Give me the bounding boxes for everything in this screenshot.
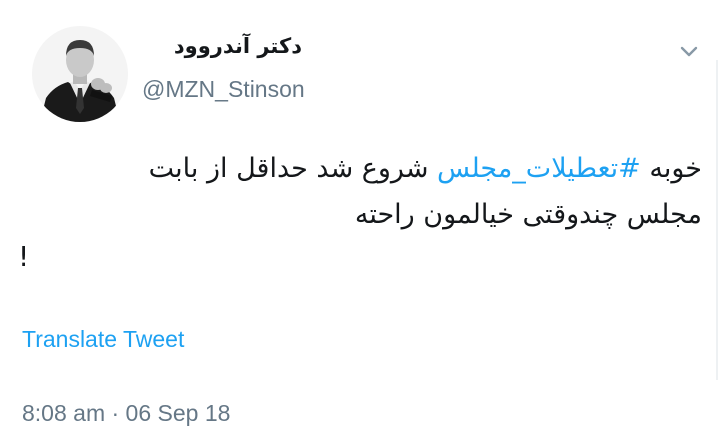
tweet-text-prefix: خوبه <box>640 153 702 184</box>
tweet-text-line-1: خوبه #تعطیلات_مجلس شروع شد حداقل از بابت <box>18 146 702 192</box>
scroll-edge-divider <box>716 60 718 380</box>
avatar[interactable] <box>32 26 128 122</box>
tweet-card: دکتر آندروود @MZN_Stinson خوبه #تعطیلات_… <box>0 0 720 446</box>
tweet-text-line-2: مجلس چندوقتی خیالمون راحته <box>354 199 702 230</box>
translate-tweet-link[interactable]: Translate Tweet <box>22 326 184 353</box>
tweet-text-suffix: شروع شد حداقل از بابت <box>148 153 438 184</box>
chevron-down-icon[interactable] <box>676 38 702 64</box>
tweet-text: خوبه #تعطیلات_مجلس شروع شد حداقل از بابت… <box>18 146 702 238</box>
author-display-name[interactable]: دکتر آندروود <box>142 34 302 58</box>
avatar-photo-icon <box>32 26 128 122</box>
author-handle[interactable]: @MZN_Stinson <box>142 76 305 103</box>
tweet-timestamp[interactable]: 8:08 am · 06 Sep 18 <box>22 400 230 427</box>
hashtag-link[interactable]: #تعطیلات_مجلس <box>437 153 641 184</box>
tweet-text-line-3: ! <box>18 240 30 273</box>
